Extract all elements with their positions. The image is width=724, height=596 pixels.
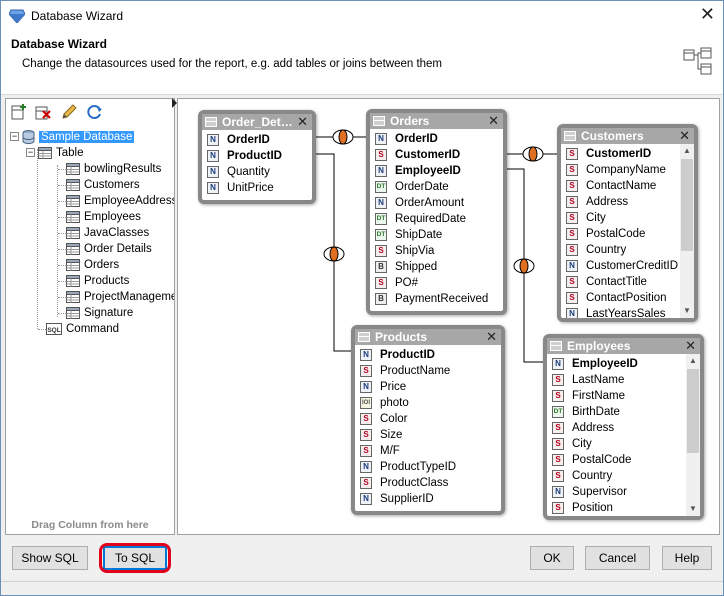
tree-guide-tick	[58, 169, 66, 170]
tree-node-table[interactable]: Order Details	[66, 241, 152, 257]
join-marker-orderid[interactable]	[332, 129, 354, 145]
datasource-panel: − Sample Database − Table bowlingResults Cust…	[5, 98, 175, 535]
tree-node-table[interactable]: Employees	[66, 209, 141, 225]
tree-label: Employees	[84, 211, 141, 223]
tree-label: EmployeeAddresses	[84, 195, 174, 207]
table-icon	[66, 210, 80, 223]
window-title: Database Wizard	[31, 9, 124, 23]
tree-label: Products	[84, 275, 130, 287]
tree-guide-tick	[58, 201, 66, 202]
tree-guide-tick	[58, 281, 66, 282]
title-bar: Database Wizard ✕	[1, 1, 723, 31]
tree-node-table[interactable]: EmployeeAddresses	[66, 193, 174, 209]
sql-command-icon: SQL	[46, 322, 62, 335]
tables-join-icon	[683, 47, 712, 75]
collapse-icon[interactable]: −	[10, 132, 19, 142]
join-markers	[323, 129, 544, 274]
table-icon	[66, 306, 80, 319]
table-icon	[66, 194, 80, 207]
tree-node-table[interactable]: bowlingResults	[66, 161, 161, 177]
tree-node-table[interactable]: Customers	[66, 177, 140, 193]
table-folder-icon	[38, 146, 52, 159]
join-marker-employeeid[interactable]	[513, 258, 535, 274]
status-strip	[1, 581, 723, 595]
show-sql-button[interactable]: Show SQL	[12, 546, 88, 570]
sql-badge-text: SQL	[47, 327, 60, 334]
tree-node-table[interactable]: ProjectManagement	[66, 289, 174, 305]
tree-guide-tick	[58, 185, 66, 186]
tree-guide-tick	[58, 297, 66, 298]
to-sql-highlight	[99, 543, 171, 573]
table-icon	[66, 290, 80, 303]
diamond-app-icon	[9, 9, 25, 23]
table-icon	[66, 242, 80, 255]
edit-pencil-icon[interactable]	[60, 103, 78, 121]
tree-guide-tick	[58, 313, 66, 314]
header-subtitle: Change the datasources used for the repo…	[22, 58, 443, 70]
header-title: Database Wizard	[11, 37, 107, 51]
refresh-icon[interactable]	[86, 103, 104, 121]
tree-guide-tick	[58, 217, 66, 218]
tree-node-table[interactable]: Orders	[66, 257, 119, 273]
tree-label: Order Details	[84, 243, 152, 255]
table-icon	[66, 274, 80, 287]
tree-node-table[interactable]: JavaClasses	[66, 225, 149, 241]
tree-label: Orders	[84, 259, 120, 271]
tree-node-sample-database[interactable]: − Sample Database	[10, 129, 135, 145]
tree-label: Signature	[84, 307, 134, 319]
tree-guide-tick	[58, 265, 66, 266]
delete-icon[interactable]	[34, 103, 52, 121]
tree-label: bowlingResults	[84, 163, 162, 175]
tree-guide-tick	[58, 233, 66, 234]
tree-guide-line	[37, 149, 38, 329]
tree-node-command[interactable]: SQL Command	[46, 321, 119, 337]
tree-guide-line	[57, 165, 58, 317]
table-icon	[66, 258, 80, 271]
drag-column-hint: Drag Column from here	[31, 519, 149, 531]
database-wizard-window: Database Wizard ✕ Database Wizard Change…	[0, 0, 724, 596]
tree-label: Command	[66, 323, 120, 335]
diagram-canvas[interactable]: Order_Det… ✕ N OrderID N ProductID N Quantity N…	[177, 98, 720, 535]
table-icon	[66, 178, 80, 191]
datasource-tree: − Sample Database − Table bowlingResults Cust…	[6, 129, 174, 509]
tree-label: Customers	[84, 179, 140, 191]
tree-label: JavaClasses	[84, 227, 150, 239]
table-icon	[66, 162, 80, 175]
wizard-header: Database Wizard Change the datasources u…	[1, 31, 723, 95]
join-marker-customerid[interactable]	[522, 146, 544, 162]
tree-label: Table	[56, 147, 84, 159]
help-button[interactable]: Help	[662, 546, 712, 570]
tree-node-table[interactable]: Products	[66, 273, 129, 289]
cancel-button[interactable]: Cancel	[585, 546, 650, 570]
tree-guide-tick	[58, 249, 66, 250]
tree-node-table[interactable]: Signature	[66, 305, 133, 321]
datasource-toolbar	[6, 99, 174, 125]
database-icon	[22, 129, 35, 144]
tree-label: Sample Database	[39, 131, 135, 143]
ok-button[interactable]: OK	[530, 546, 574, 570]
collapse-icon[interactable]: −	[26, 148, 35, 158]
table-icon	[66, 226, 80, 239]
close-window-icon[interactable]: ✕	[700, 4, 715, 25]
tree-guide-tick	[38, 329, 46, 330]
tree-label: ProjectManagement	[84, 291, 174, 303]
join-marker-productid[interactable]	[323, 246, 345, 262]
tree-node-table-group[interactable]: − Table	[26, 145, 84, 161]
add-datasource-icon[interactable]	[10, 103, 28, 121]
